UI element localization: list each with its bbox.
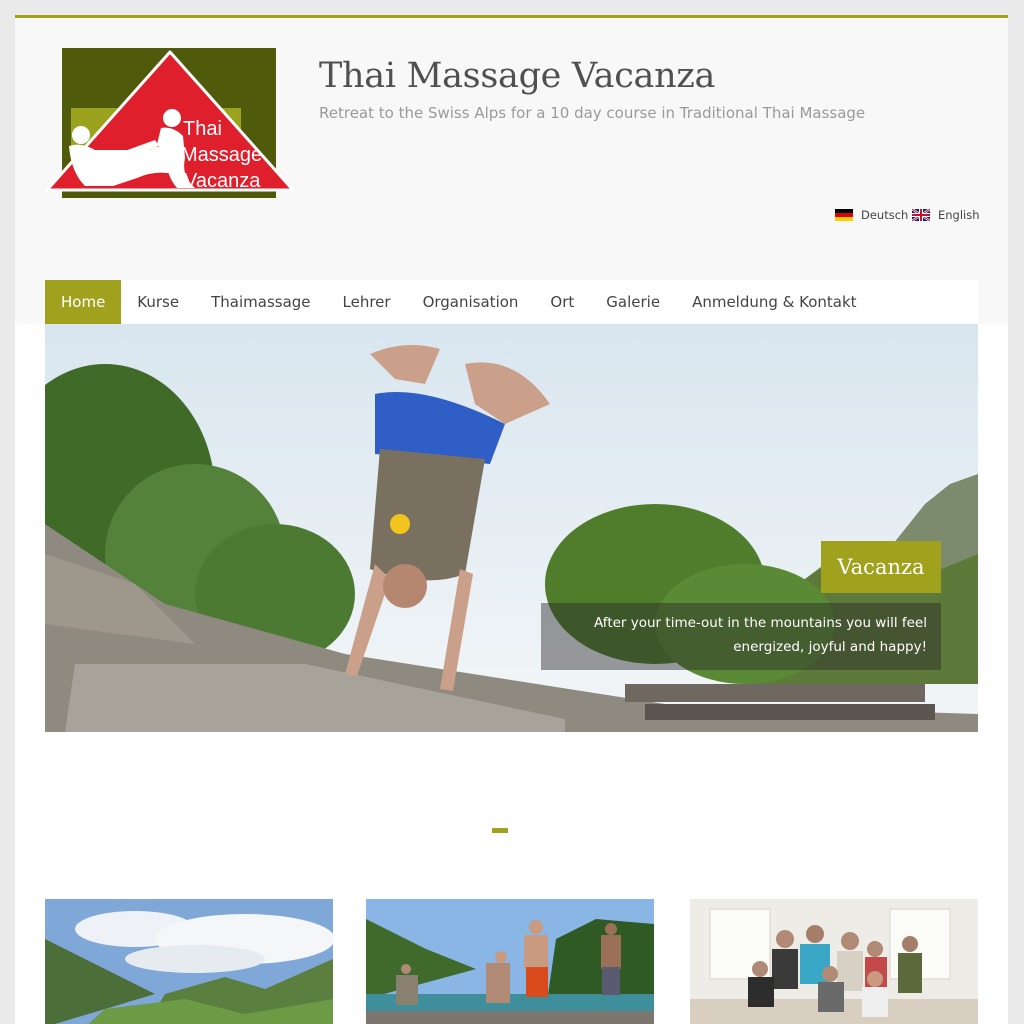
feature-image-group-photo[interactable] xyxy=(690,899,978,1024)
nav-item-galerie[interactable]: Galerie xyxy=(590,280,676,324)
language-link-deutsch[interactable]: Deutsch xyxy=(835,207,908,223)
hero-caption-title: Vacanza xyxy=(821,541,941,593)
nav-item-kurse[interactable]: Kurse xyxy=(121,280,195,324)
page-container: Thai Massage Vacanza Thai Massage Vacanz… xyxy=(15,15,1008,1024)
language-label: English xyxy=(938,208,980,222)
uk-flag-icon xyxy=(912,209,930,221)
nav-item-organisation[interactable]: Organisation xyxy=(407,280,535,324)
site-description: Retreat to the Swiss Alps for a 10 day c… xyxy=(319,104,866,122)
hero-slider[interactable]: Vacanza After your time-out in the mount… xyxy=(45,324,978,732)
nav-item-ort[interactable]: Ort xyxy=(534,280,590,324)
site-logo[interactable]: Thai Massage Vacanza xyxy=(45,46,297,201)
main-nav: Home Kurse Thaimassage Lehrer Organisati… xyxy=(45,280,978,324)
de-flag-icon xyxy=(835,209,853,221)
language-link-english[interactable]: English xyxy=(912,207,980,223)
nav-item-lehrer[interactable]: Lehrer xyxy=(327,280,407,324)
nav-item-thaimassage[interactable]: Thaimassage xyxy=(195,280,326,324)
logo-text-line-2: Massage xyxy=(181,144,262,166)
logo-text-line-1: Thai xyxy=(183,118,222,140)
nav-item-home[interactable]: Home xyxy=(45,280,122,324)
feature-image-lake-group[interactable] xyxy=(366,899,654,1024)
hero-image xyxy=(45,324,978,732)
section-divider xyxy=(492,828,508,833)
feature-image-mountains[interactable] xyxy=(45,899,333,1024)
language-label: Deutsch xyxy=(861,208,909,222)
site-title[interactable]: Thai Massage Vacanza xyxy=(319,56,715,96)
logo-text-line-3: Vacanza xyxy=(184,170,261,192)
nav-item-anmeldung-kontakt[interactable]: Anmeldung & Kontakt xyxy=(676,280,872,324)
hero-caption-text: After your time-out in the mountains you… xyxy=(541,603,941,670)
